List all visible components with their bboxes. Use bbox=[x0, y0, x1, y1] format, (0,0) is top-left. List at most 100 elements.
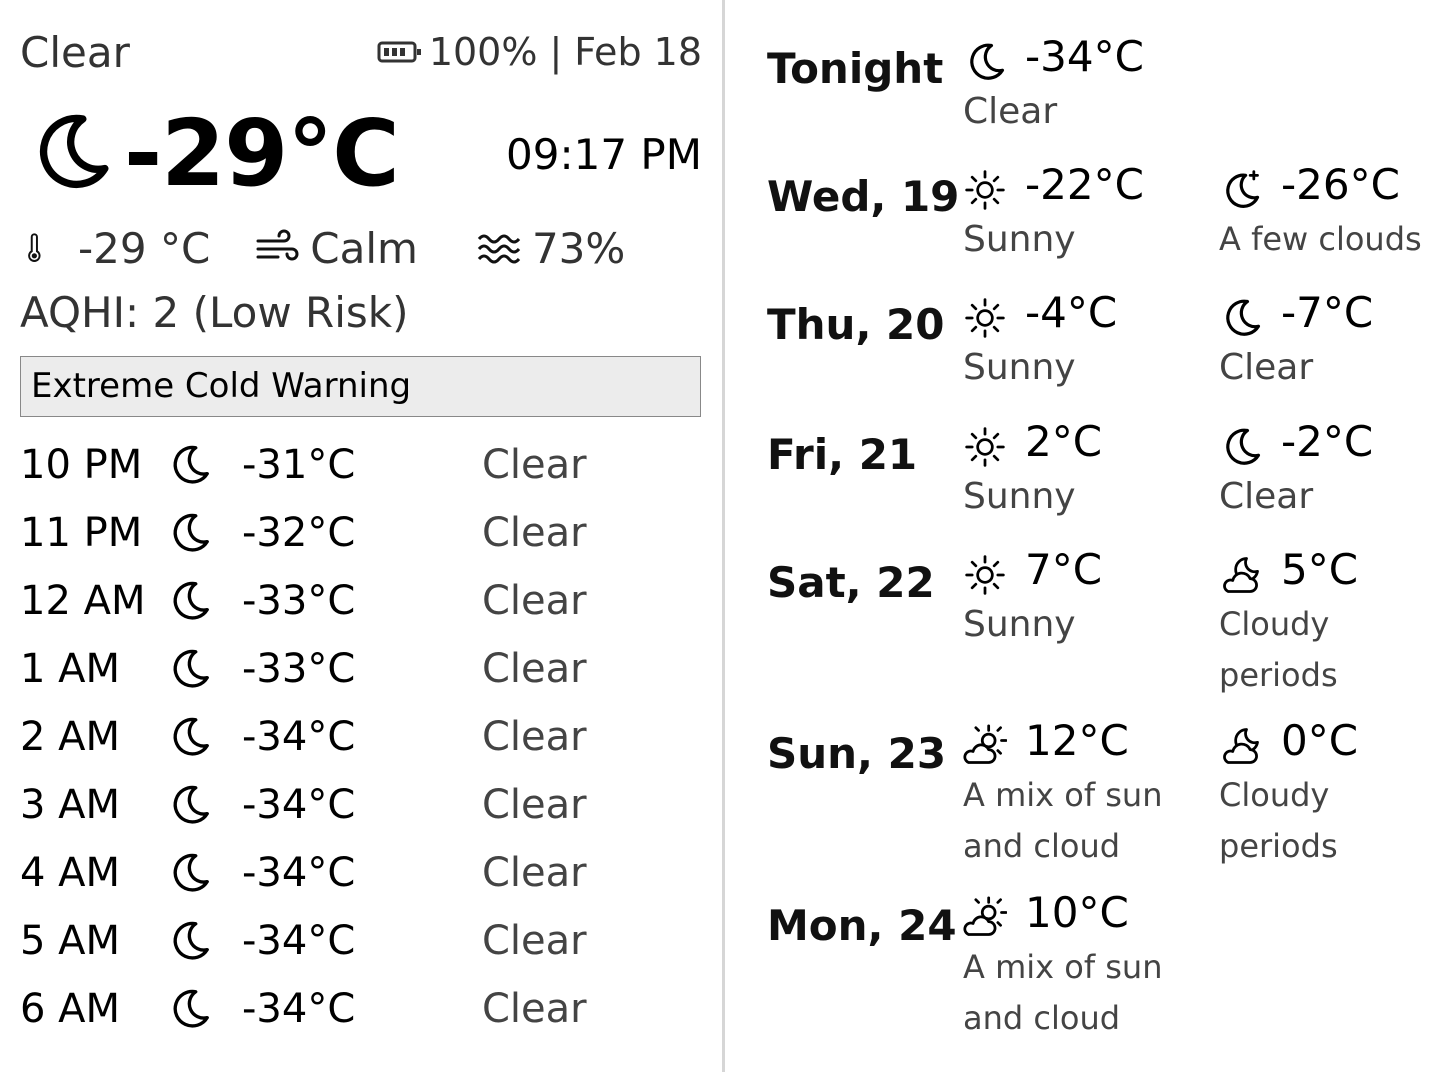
forecast-condition: Cloudy periods bbox=[1219, 776, 1338, 865]
status-bar: 100% | Feb 18 bbox=[377, 30, 702, 74]
sun-icon bbox=[965, 170, 1005, 210]
hourly-row: 6 AM -34°C Clear bbox=[0, 976, 722, 1044]
current-condition-label: Clear bbox=[20, 28, 130, 77]
hour-label: 1 AM bbox=[20, 646, 121, 692]
current-stats: -29 °C Calm 73% bbox=[20, 222, 625, 274]
hour-temp: -34°C bbox=[242, 782, 356, 828]
hour-label: 2 AM bbox=[20, 714, 121, 760]
hour-temp: -31°C bbox=[242, 442, 356, 488]
hour-temp: -34°C bbox=[242, 714, 356, 760]
moon-icon bbox=[173, 785, 209, 824]
current-temperature: -29°C bbox=[124, 100, 400, 207]
forecast-condition: A mix of sun and cloud bbox=[963, 776, 1163, 865]
moon-icon bbox=[1226, 299, 1261, 336]
moon-icon bbox=[173, 921, 209, 960]
moon-cloud-icon bbox=[1223, 557, 1259, 593]
forecast-temp: -4°C bbox=[1025, 288, 1118, 337]
hour-condition: Clear bbox=[482, 850, 587, 896]
forecast-temp: -2°C bbox=[1281, 417, 1374, 466]
forecast-day-label: Sat, 22 bbox=[767, 558, 935, 607]
forecast-temp: 12°C bbox=[1025, 716, 1129, 765]
forecast-day-label: Sun, 23 bbox=[767, 729, 947, 778]
moon-icon bbox=[40, 114, 109, 189]
forecast-temp: 2°C bbox=[1025, 417, 1103, 466]
hour-temp: -33°C bbox=[242, 578, 356, 624]
forecast-day-label: Fri, 21 bbox=[767, 430, 918, 479]
forecast-temp: 7°C bbox=[1025, 545, 1103, 594]
wind-value: Calm bbox=[310, 223, 418, 273]
hour-condition: Clear bbox=[482, 646, 587, 692]
hour-label: 4 AM bbox=[20, 850, 121, 896]
moon-icon bbox=[173, 989, 209, 1028]
hour-label: 6 AM bbox=[20, 986, 121, 1032]
hourly-row: 11 PM -32°C Clear bbox=[0, 500, 722, 568]
moon-icon bbox=[1226, 428, 1261, 465]
hour-condition: Clear bbox=[482, 578, 587, 624]
weather-alert-banner[interactable]: Extreme Cold Warning bbox=[20, 356, 701, 417]
daily-forecast-panel: Tonight -34°C Clear Wed, 19 -22°C Sunny … bbox=[725, 0, 1448, 1072]
sun-icon bbox=[965, 298, 1005, 338]
forecast-temp: 10°C bbox=[1025, 888, 1129, 937]
forecast-day-label: Mon, 24 bbox=[767, 901, 957, 950]
hour-label: 3 AM bbox=[20, 782, 121, 828]
hour-label: 10 PM bbox=[20, 442, 143, 488]
hour-temp: -34°C bbox=[242, 850, 356, 896]
hour-condition: Clear bbox=[482, 442, 587, 488]
hour-label: 11 PM bbox=[20, 510, 143, 556]
hourly-row: 12 AM -33°C Clear bbox=[0, 568, 722, 636]
hour-condition: Clear bbox=[482, 714, 587, 760]
forecast-condition: Sunny bbox=[963, 219, 1076, 260]
hourly-row: 5 AM -34°C Clear bbox=[0, 908, 722, 976]
forecast-temp: 5°C bbox=[1281, 545, 1359, 594]
moon-icon bbox=[173, 853, 209, 892]
hour-condition: Clear bbox=[482, 782, 587, 828]
hour-temp: -33°C bbox=[242, 646, 356, 692]
current-date: Feb 18 bbox=[574, 30, 702, 74]
forecast-temp: -7°C bbox=[1281, 288, 1374, 337]
moon-few-clouds-icon bbox=[1226, 170, 1260, 208]
sun-cloud-icon bbox=[963, 724, 1007, 764]
hourly-row: 10 PM -31°C Clear bbox=[0, 432, 722, 500]
forecast-temp: -26°C bbox=[1281, 160, 1400, 209]
forecast-temp: -34°C bbox=[1025, 32, 1144, 81]
sun-icon bbox=[965, 555, 1005, 595]
feels-like-value: -29 °C bbox=[78, 223, 211, 273]
humidity-value: 73% bbox=[531, 223, 626, 273]
hour-label: 12 AM bbox=[20, 578, 146, 624]
forecast-temp: -22°C bbox=[1025, 160, 1144, 209]
hourly-row: 1 AM -33°C Clear bbox=[0, 636, 722, 704]
battery-level: 100% bbox=[428, 30, 538, 74]
moon-icon bbox=[173, 513, 209, 552]
hour-label: 5 AM bbox=[20, 918, 121, 964]
forecast-condition: Clear bbox=[963, 91, 1058, 132]
battery-icon bbox=[377, 41, 421, 63]
hourly-row: 4 AM -34°C Clear bbox=[0, 840, 722, 908]
forecast-temp: 0°C bbox=[1281, 716, 1359, 765]
forecast-condition: Clear bbox=[1219, 347, 1314, 388]
forecast-condition: A mix of sun and cloud bbox=[963, 948, 1163, 1037]
sun-icon bbox=[965, 427, 1005, 467]
current-time: 09:17 PM bbox=[506, 130, 702, 179]
forecast-condition: Sunny bbox=[963, 476, 1076, 517]
hour-condition: Clear bbox=[482, 918, 587, 964]
hour-condition: Clear bbox=[482, 510, 587, 556]
hour-condition: Clear bbox=[482, 986, 587, 1032]
humidity-icon bbox=[477, 234, 521, 264]
hourly-row: 2 AM -34°C Clear bbox=[0, 704, 722, 772]
aqhi-label: AQHI: 2 (Low Risk) bbox=[20, 288, 409, 337]
hourly-row: 3 AM -34°C Clear bbox=[0, 772, 722, 840]
wind-icon bbox=[256, 229, 299, 261]
forecast-condition: Sunny bbox=[963, 347, 1076, 388]
thermometer-icon bbox=[28, 233, 41, 262]
moon-icon bbox=[970, 43, 1005, 80]
current-conditions-panel: Clear 100% | Feb 18 -29°C 09:17 PM -29 °… bbox=[0, 0, 722, 1072]
hour-temp: -34°C bbox=[242, 986, 356, 1032]
forecast-condition: A few clouds bbox=[1219, 220, 1422, 258]
forecast-day-label: Thu, 20 bbox=[767, 300, 945, 349]
hour-temp: -34°C bbox=[242, 918, 356, 964]
hour-temp: -32°C bbox=[242, 510, 356, 556]
forecast-condition: Clear bbox=[1219, 476, 1314, 517]
moon-icon bbox=[173, 649, 209, 688]
moon-cloud-icon bbox=[1223, 728, 1259, 764]
status-separator: | bbox=[549, 30, 563, 74]
